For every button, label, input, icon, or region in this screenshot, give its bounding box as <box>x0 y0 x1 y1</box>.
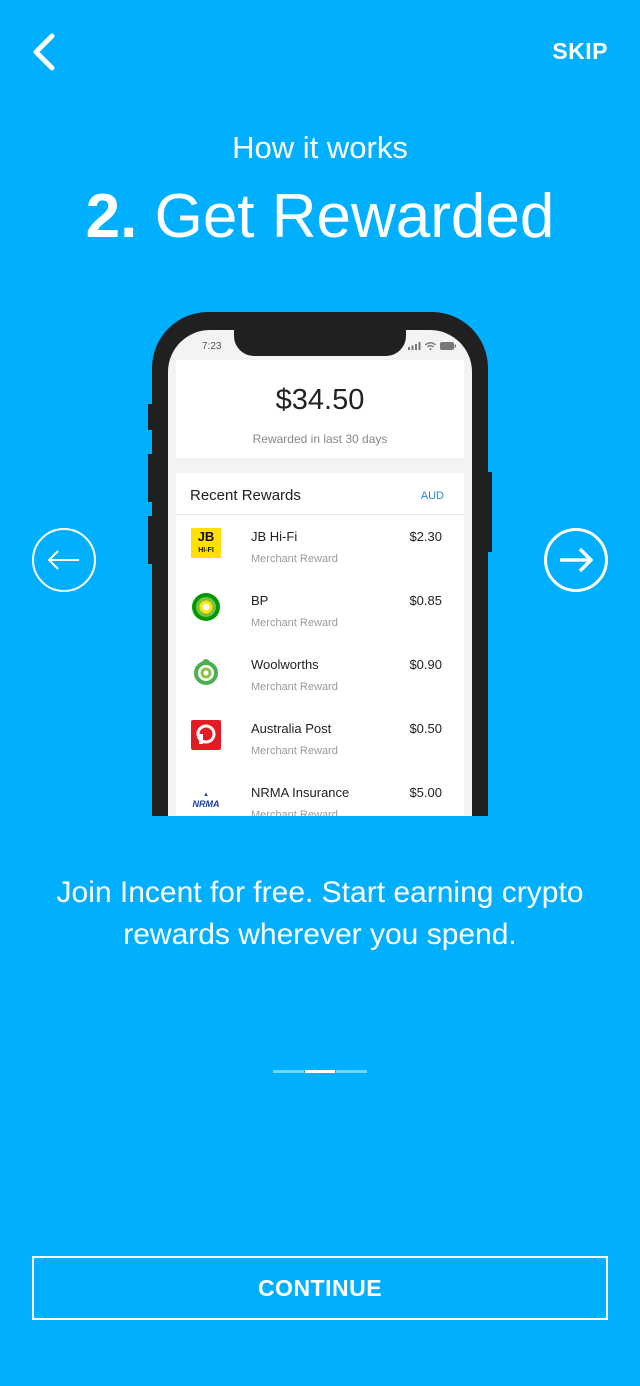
bp-logo <box>190 591 222 623</box>
back-button[interactable] <box>26 28 66 76</box>
recent-rewards-heading: Recent Rewards <box>190 487 301 504</box>
reward-type: Merchant Reward <box>251 553 338 565</box>
merchant-name: JB Hi-Fi <box>251 529 298 544</box>
reward-row[interactable]: Woolworths Merchant Reward $0.90 <box>176 643 464 707</box>
page-indicator <box>273 1070 368 1074</box>
wifi-icon <box>425 342 436 350</box>
phone-screen: 7:23 $34.50 Rewarded in last 30 days Rec… <box>168 330 472 816</box>
description-text: Join Incent for free. Start earning cryp… <box>56 876 584 951</box>
continue-button[interactable]: CONTINUE <box>32 1256 608 1320</box>
page-title: 2. Get Rewarded <box>0 180 640 254</box>
page-dot <box>273 1070 304 1073</box>
reward-amount: $2.30 <box>409 529 442 544</box>
reward-amount: $5.00 <box>409 785 442 800</box>
signal-icon <box>408 342 421 350</box>
status-icons <box>408 342 456 350</box>
step-number: 2. <box>85 182 138 251</box>
step-title: Get Rewarded <box>154 182 555 251</box>
merchant-name: Australia Post <box>251 721 332 736</box>
reward-amount: $0.90 <box>409 657 442 672</box>
reward-row[interactable]: ▲ NRMA NRMA Insurance Merchant Reward $5.… <box>176 771 464 816</box>
previous-slide-button[interactable] <box>32 528 96 592</box>
merchant-name: Woolworths <box>251 657 319 672</box>
battery-icon <box>440 342 456 350</box>
merchant-name: NRMA Insurance <box>251 785 350 800</box>
currency-selector[interactable]: AUD <box>421 490 444 502</box>
phone-mockup: 7:23 $34.50 Rewarded in last 30 days Rec… <box>152 312 488 816</box>
reward-type: Merchant Reward <box>251 745 338 757</box>
status-time: 7:23 <box>202 341 222 352</box>
reward-balance: $34.50 <box>275 384 365 416</box>
arrow-right-icon <box>560 547 593 573</box>
jb-hifi-logo: JB HI-FI <box>190 527 222 559</box>
next-slide-button[interactable] <box>544 528 608 592</box>
reward-type: Merchant Reward <box>251 681 338 693</box>
recent-rewards-card: Recent Rewards AUD JB HI-FI JB Hi-Fi Merc… <box>176 473 464 816</box>
balance-card: $34.50 Rewarded in last 30 days <box>176 360 464 458</box>
page-subtitle: How it works <box>232 130 408 165</box>
australia-post-logo <box>190 719 222 751</box>
phone-side-button <box>488 472 492 552</box>
reward-amount: $0.50 <box>409 721 442 736</box>
reward-amount: $0.85 <box>409 593 442 608</box>
woolworths-logo <box>190 655 222 687</box>
skip-button[interactable]: SKIP <box>552 38 608 65</box>
phone-notch <box>234 330 406 356</box>
merchant-name: BP <box>251 593 269 608</box>
chevron-left-icon <box>33 33 55 71</box>
reward-type: Merchant Reward <box>251 617 338 629</box>
reward-row[interactable]: BP Merchant Reward $0.85 <box>176 579 464 643</box>
nrma-logo: ▲ NRMA <box>192 792 220 809</box>
page-dot-active <box>304 1070 336 1073</box>
page-dot <box>336 1070 368 1073</box>
balance-caption: Rewarded in last 30 days <box>252 432 388 446</box>
reward-row[interactable]: JB HI-FI JB Hi-Fi Merchant Reward $2.30 <box>176 515 464 579</box>
reward-type: Merchant Reward <box>251 809 338 816</box>
arrow-left-icon <box>47 550 79 570</box>
reward-row[interactable]: Australia Post Merchant Reward $0.50 <box>176 707 464 771</box>
